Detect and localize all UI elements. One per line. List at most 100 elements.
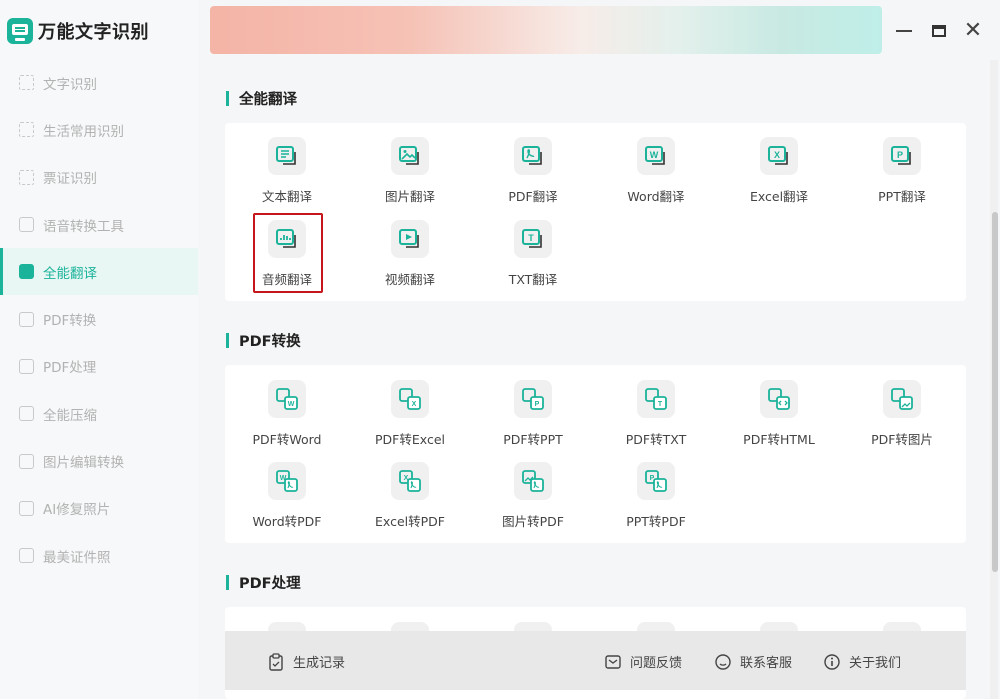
pdf-to-html-icon bbox=[760, 380, 798, 418]
video-translate-icon bbox=[391, 220, 429, 258]
tool-ppt-to-pdf[interactable]: P PPT转PDF bbox=[601, 462, 711, 534]
tool-label: Excel转PDF bbox=[375, 514, 445, 529]
tool-label: PDF转Word bbox=[252, 432, 322, 447]
sidebar-item-compress[interactable]: 全能压缩 bbox=[0, 390, 198, 437]
maximize-icon bbox=[932, 25, 946, 37]
image-edit-icon bbox=[19, 453, 34, 469]
tool-label: PDF转TXT bbox=[625, 432, 687, 447]
tool-label: PPT转PDF bbox=[626, 514, 686, 529]
tool-label: PPT翻译 bbox=[878, 189, 926, 204]
tool-image-translate[interactable]: 图片翻译 bbox=[355, 137, 465, 209]
sidebar-item-ticket-recognition[interactable]: 票证识别 bbox=[0, 154, 198, 201]
tool-word-to-pdf[interactable]: W Word转PDF bbox=[232, 462, 342, 534]
tool-label: PDF转图片 bbox=[871, 432, 933, 447]
close-button[interactable]: ✕ bbox=[962, 20, 984, 42]
sidebar-item-text-recognition[interactable]: 文字识别 bbox=[0, 59, 198, 106]
chat-icon bbox=[714, 653, 732, 671]
sidebar-item-label: 语音转换工具 bbox=[43, 218, 124, 235]
scan-life-icon bbox=[19, 122, 34, 138]
feedback-icon bbox=[604, 653, 622, 671]
tool-excel-to-pdf[interactable]: X Excel转PDF bbox=[355, 462, 465, 534]
history-button[interactable]: 生成记录 bbox=[267, 652, 345, 671]
minimize-button[interactable] bbox=[893, 20, 915, 42]
sidebar-item-label: 最美证件照 bbox=[43, 549, 111, 566]
excel-translate-icon: X bbox=[760, 137, 798, 175]
image-translate-icon bbox=[391, 137, 429, 175]
sidebar-item-label: 全能翻译 bbox=[43, 265, 97, 282]
tool-text-translate[interactable]: 文本翻译 bbox=[232, 137, 342, 209]
app-title: 万能文字识别 bbox=[38, 22, 149, 43]
about-label: 关于我们 bbox=[849, 656, 902, 671]
tool-txt-translate[interactable]: T TXT翻译 bbox=[478, 220, 588, 292]
tool-image-to-pdf[interactable]: 图片转PDF bbox=[478, 462, 588, 534]
maximize-button[interactable] bbox=[928, 20, 950, 42]
section-title-translate: 全能翻译 bbox=[226, 88, 297, 109]
sidebar-item-label: PDF处理 bbox=[43, 360, 97, 377]
sidebar-item-pdf-process[interactable]: PDF处理 bbox=[0, 343, 198, 390]
sidebar-item-label: 生活常用识别 bbox=[43, 123, 124, 140]
tool-pdf-to-txt[interactable]: T PDF转TXT bbox=[601, 380, 711, 452]
close-icon: ✕ bbox=[963, 18, 983, 43]
section-title-text: PDF转换 bbox=[239, 334, 301, 350]
feedback-button[interactable]: 问题反馈 bbox=[604, 652, 682, 671]
tool-pdf-to-html[interactable]: PDF转HTML bbox=[724, 380, 834, 452]
top-banner[interactable] bbox=[210, 6, 882, 54]
minimize-icon bbox=[896, 30, 912, 32]
tool-pdf-to-word[interactable]: W PDF转Word bbox=[232, 380, 342, 452]
sidebar-item-label: AI修复照片 bbox=[43, 502, 111, 519]
svg-text:W: W bbox=[650, 150, 659, 160]
audio-translate-icon bbox=[268, 220, 306, 258]
tool-label: Word转PDF bbox=[252, 514, 322, 529]
tool-pdf-translate[interactable]: PDF翻译 bbox=[478, 137, 588, 209]
tool-label: 图片翻译 bbox=[384, 189, 435, 204]
tool-label: PDF转Excel bbox=[375, 432, 445, 447]
about-button[interactable]: 关于我们 bbox=[823, 652, 901, 671]
tool-ppt-translate[interactable]: P PPT翻译 bbox=[847, 137, 957, 209]
tool-audio-translate[interactable]: 音频翻译 bbox=[232, 220, 342, 292]
pdf-to-image-icon bbox=[883, 380, 921, 418]
sidebar-item-label: 票证识别 bbox=[43, 171, 97, 188]
section-title-text: PDF处理 bbox=[239, 576, 301, 592]
tool-video-translate[interactable]: 视频翻译 bbox=[355, 220, 465, 292]
sidebar-item-voice-tool[interactable]: 语音转换工具 bbox=[0, 201, 198, 248]
svg-text:P: P bbox=[897, 150, 903, 160]
section-title-pdf-convert: PDF转换 bbox=[226, 330, 301, 351]
info-icon bbox=[823, 653, 841, 671]
id-photo-icon bbox=[19, 548, 34, 564]
sidebar-item-life-recognition[interactable]: 生活常用识别 bbox=[0, 106, 198, 153]
app-logo-icon bbox=[7, 18, 33, 44]
svg-text:T: T bbox=[528, 233, 534, 243]
history-label: 生成记录 bbox=[293, 656, 346, 671]
sidebar-nav: 文字识别 生活常用识别 票证识别 语音转换工具 全能翻译 PDF转换 PDF处理… bbox=[0, 59, 198, 579]
ppt-to-pdf-icon: P bbox=[637, 462, 675, 500]
image-to-pdf-icon bbox=[514, 462, 552, 500]
sidebar-item-translate[interactable]: 全能翻译 bbox=[0, 248, 198, 296]
tool-word-translate[interactable]: W Word翻译 bbox=[601, 137, 711, 209]
pdf-to-excel-icon: X bbox=[391, 380, 429, 418]
feedback-label: 问题反馈 bbox=[630, 656, 683, 671]
tool-excel-translate[interactable]: X Excel翻译 bbox=[724, 137, 834, 209]
sidebar-item-label: 图片编辑转换 bbox=[43, 455, 124, 472]
pdf-convert-icon bbox=[19, 311, 34, 327]
scan-text-icon bbox=[19, 75, 34, 91]
tool-pdf-to-image[interactable]: PDF转图片 bbox=[847, 380, 957, 452]
sidebar-item-image-edit[interactable]: 图片编辑转换 bbox=[0, 437, 198, 484]
pdf-to-txt-icon: T bbox=[637, 380, 675, 418]
scrollbar-thumb[interactable] bbox=[992, 212, 998, 572]
customer-service-button[interactable]: 联系客服 bbox=[714, 652, 792, 671]
pdf-convert-panel: W PDF转Word X PDF转Excel P PDF转PPT T PDF转T… bbox=[225, 365, 966, 543]
tool-pdf-to-ppt[interactable]: P PDF转PPT bbox=[478, 380, 588, 452]
sidebar-item-ai-repair[interactable]: AI修复照片 bbox=[0, 485, 198, 532]
sidebar: 万能文字识别 文字识别 生活常用识别 票证识别 语音转换工具 全能翻译 PDF转… bbox=[0, 0, 198, 699]
sidebar-item-label: 文字识别 bbox=[43, 76, 97, 93]
sidebar-item-pdf-convert[interactable]: PDF转换 bbox=[0, 295, 198, 342]
pdf-to-word-icon: W bbox=[268, 380, 306, 418]
svg-text:W: W bbox=[288, 401, 295, 408]
sidebar-item-id-photo[interactable]: 最美证件照 bbox=[0, 532, 198, 579]
svg-text:P: P bbox=[535, 401, 540, 408]
tool-pdf-to-excel[interactable]: X PDF转Excel bbox=[355, 380, 465, 452]
ppt-translate-icon: P bbox=[883, 137, 921, 175]
section-title-pdf-process: PDF处理 bbox=[226, 572, 301, 593]
tool-label: PDF翻译 bbox=[508, 189, 558, 204]
excel-to-pdf-icon: X bbox=[391, 462, 429, 500]
